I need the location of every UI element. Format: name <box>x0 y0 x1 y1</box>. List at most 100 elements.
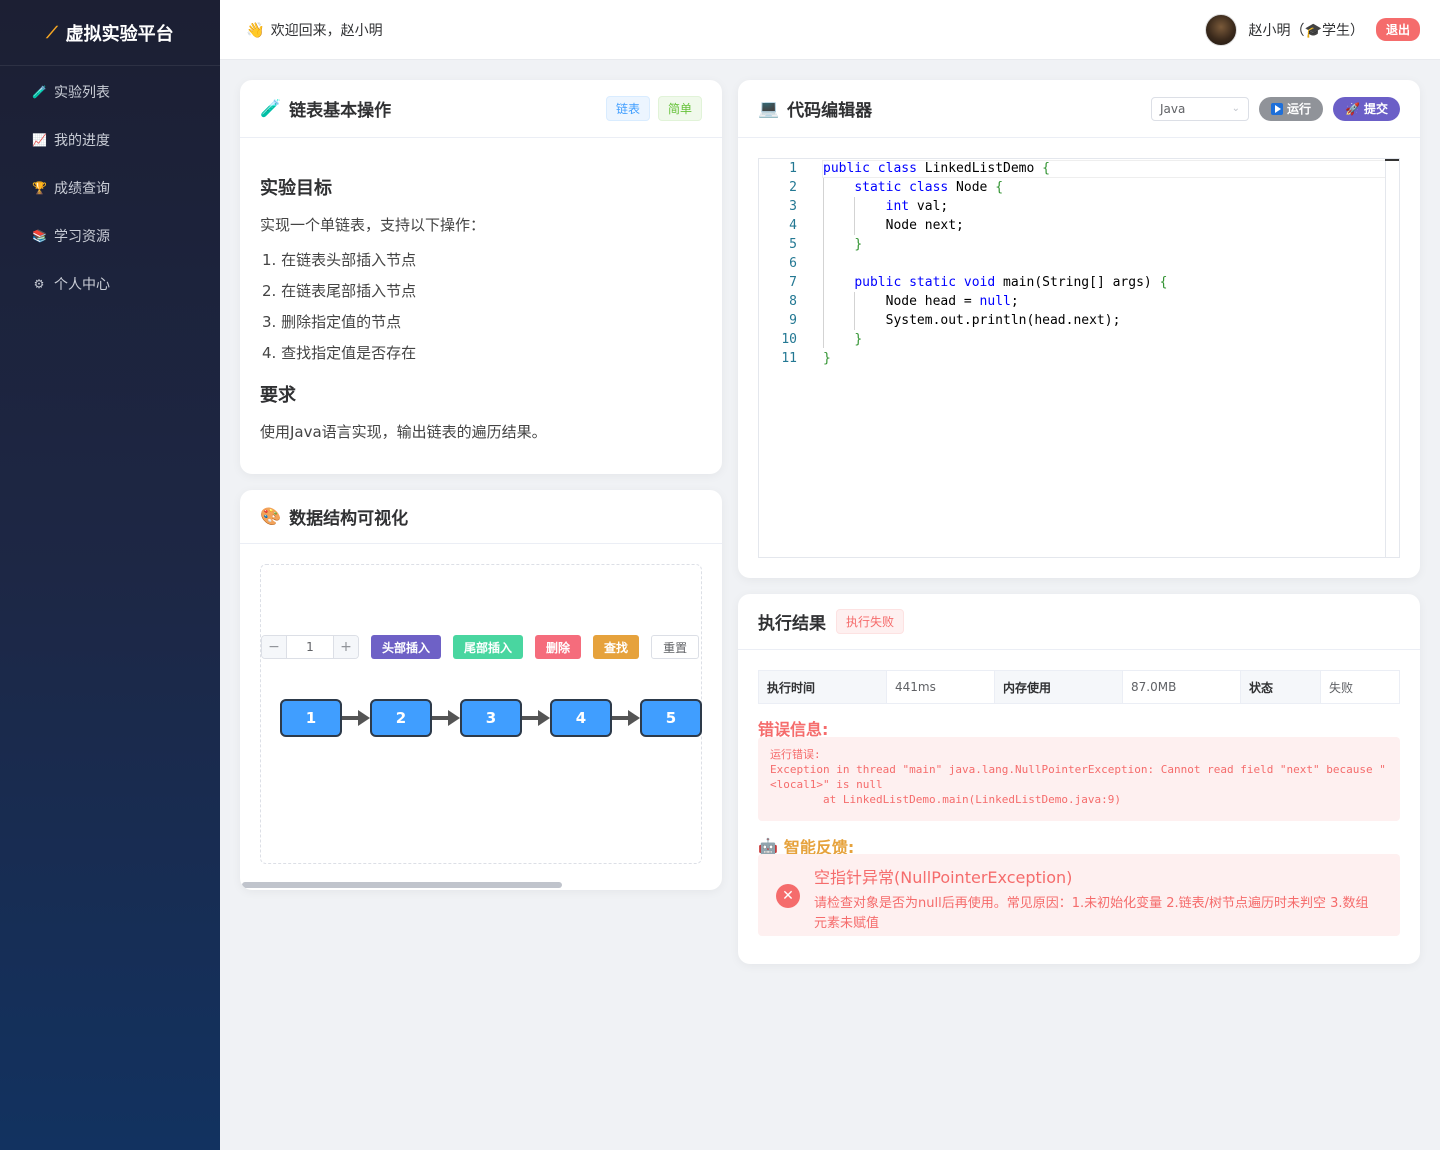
error-output: 运行错误: Exception in thread "main" java.la… <box>758 737 1400 821</box>
tag-linked-list: 链表 <box>605 96 650 121</box>
language-select[interactable]: Java ⌄ <box>1151 96 1250 121</box>
requirement-text: 使用Java语言实现，输出链表的遍历结果。 <box>260 423 547 441</box>
submit-button[interactable]: 🚀 提交 <box>1333 96 1400 121</box>
sidebar-item-grades[interactable]: 🏆 成绩查询 <box>0 164 220 212</box>
insert-head-button[interactable]: 头部插入 <box>371 635 442 659</box>
editor-title: 💻 代码编辑器 <box>758 96 873 122</box>
decrement-button[interactable]: − <box>262 636 286 658</box>
horizontal-scrollbar[interactable] <box>242 882 562 888</box>
logo[interactable]: ⟋ 虚拟实验平台 <box>0 0 220 66</box>
editor-card-header: 💻 代码编辑器 Java ⌄ 运行 🚀 提交 <box>738 80 1420 138</box>
editor-scrollbar[interactable] <box>1385 159 1399 557</box>
requirement-heading: 要求 <box>260 385 296 406</box>
line-number: 9 <box>789 313 797 328</box>
result-card: 执行结果 执行失败 执行时间 441ms 内存使用 87.0MB 状态 失败 错… <box>738 594 1420 964</box>
books-icon: 📚 <box>32 229 47 243</box>
line-number: 1 <box>789 161 797 176</box>
gear-icon: ⚙ <box>33 277 45 291</box>
list-node: 2 <box>370 699 432 737</box>
list-node: 1 <box>280 699 342 737</box>
line-number: 5 <box>789 237 797 252</box>
tag-difficulty: 简单 <box>657 96 702 121</box>
result-card-header: 执行结果 执行失败 <box>738 594 1420 650</box>
feedback-alert: ✕ 空指针异常(NullPointerException) 请检查对象是否为nu… <box>758 854 1400 936</box>
experiment-title: 🧪 链表基本操作 <box>260 96 392 122</box>
laptop-icon: 💻 <box>758 98 780 119</box>
linked-list-nodes: 1 2 3 4 5 <box>280 699 702 737</box>
code-line: 7 public static void main(String[] args)… <box>759 273 1399 292</box>
sidebar-item-label: 我的进度 <box>54 133 110 149</box>
sidebar-menu: 🧪 实验列表 📈 我的进度 🏆 成绩查询 📚 学习资源 ⚙ 个人中心 <box>0 68 220 308</box>
waving-hand-icon: 👋 <box>246 20 265 39</box>
arrow-icon <box>612 699 640 737</box>
editor-toolbar: Java ⌄ 运行 🚀 提交 <box>1151 96 1400 121</box>
welcome-text: 欢迎回来，赵小明 <box>270 22 383 39</box>
visualization-card-header: 🎨 数据结构可视化 <box>240 490 722 544</box>
avatar[interactable] <box>1204 13 1237 46</box>
stepper-value[interactable]: 1 <box>286 636 334 658</box>
line-number: 10 <box>781 332 797 347</box>
line-number: 3 <box>789 199 797 214</box>
sidebar-item-label: 实验列表 <box>54 85 110 101</box>
result-table: 执行时间 441ms 内存使用 87.0MB 状态 失败 <box>758 670 1400 704</box>
code-line: 6 <box>759 254 1399 273</box>
delete-button[interactable]: 删除 <box>535 635 582 659</box>
robot-icon: 🤖 <box>758 836 778 856</box>
code-line: 10 } <box>759 330 1399 349</box>
code-line: 9 System.out.println(head.next); <box>759 311 1399 330</box>
arrow-icon <box>432 699 460 737</box>
flask-logo-icon: ⟋ <box>46 22 58 42</box>
chevron-down-icon: ⌄ <box>1231 103 1241 114</box>
value-stepper[interactable]: − 1 + <box>261 635 359 659</box>
line-number: 2 <box>789 180 797 195</box>
result-title: 执行结果 <box>758 614 826 634</box>
top-header: 👋 欢迎回来，赵小明 赵小明（🎓学生） 退出 <box>220 0 1440 60</box>
list-item: 4. 查找指定值是否存在 <box>262 344 417 362</box>
experiment-title-text: 链表基本操作 <box>289 101 392 121</box>
editor-title-text: 代码编辑器 <box>787 101 873 121</box>
trophy-icon: 🏆 <box>32 181 47 195</box>
table-cell: 执行时间 <box>759 671 887 703</box>
submit-label: 提交 <box>1363 102 1388 116</box>
visualization-canvas: − 1 + 头部插入 尾部插入 删除 查找 重置 1 2 3 4 5 <box>260 564 702 864</box>
play-icon <box>1271 102 1284 115</box>
goal-intro: 实现一个单链表，支持以下操作： <box>260 216 486 234</box>
reset-button[interactable]: 重置 <box>651 635 700 659</box>
logout-button[interactable]: 退出 <box>1375 18 1420 41</box>
code-line: 3 int val; <box>759 197 1399 216</box>
sidebar-item-progress[interactable]: 📈 我的进度 <box>0 116 220 164</box>
test-tube-icon: 🧪 <box>32 85 47 99</box>
table-cell: 441ms <box>887 671 995 703</box>
code-editor[interactable]: 1 public class LinkedListDemo { 2 static … <box>758 158 1400 558</box>
viz-controls: − 1 + 头部插入 尾部插入 删除 查找 重置 <box>261 635 700 659</box>
list-item: 1. 在链表头部插入节点 <box>262 251 417 269</box>
sidebar-item-resources[interactable]: 📚 学习资源 <box>0 212 220 260</box>
sidebar-item-label: 成绩查询 <box>54 181 110 197</box>
increment-button[interactable]: + <box>334 636 358 658</box>
run-button[interactable]: 运行 <box>1259 96 1324 121</box>
welcome-message: 👋 欢迎回来，赵小明 <box>246 20 383 40</box>
code-line: 4 Node next; <box>759 216 1399 235</box>
sidebar-item-experiments[interactable]: 🧪 实验列表 <box>0 68 220 116</box>
line-number: 8 <box>789 294 797 309</box>
insert-tail-button[interactable]: 尾部插入 <box>453 635 524 659</box>
find-button[interactable]: 查找 <box>593 635 640 659</box>
language-value: Java <box>1160 101 1186 116</box>
error-circle-icon: ✕ <box>776 884 800 908</box>
line-number: 4 <box>789 218 797 233</box>
sidebar-item-label: 个人中心 <box>54 277 110 293</box>
experiment-tags: 链表 简单 <box>605 96 702 121</box>
table-cell: 内存使用 <box>995 671 1123 703</box>
list-node: 4 <box>550 699 612 737</box>
sidebar-item-profile[interactable]: ⚙ 个人中心 <box>0 260 220 308</box>
sidebar-item-label: 学习资源 <box>54 229 110 245</box>
code-line: 11} <box>759 349 1399 368</box>
user-name: 赵小明（🎓学生） <box>1248 22 1364 39</box>
line-number: 11 <box>781 351 797 366</box>
table-cell: 失败 <box>1329 680 1354 695</box>
list-item: 3. 删除指定值的节点 <box>262 313 402 331</box>
sidebar: ⟋ 虚拟实验平台 🧪 实验列表 📈 我的进度 🏆 成绩查询 📚 学习资源 ⚙ 个… <box>0 0 220 1150</box>
experiment-card-header: 🧪 链表基本操作 链表 简单 <box>240 80 722 138</box>
user-area: 赵小明（🎓学生） 退出 <box>1204 13 1420 46</box>
chart-icon: 📈 <box>32 133 47 147</box>
